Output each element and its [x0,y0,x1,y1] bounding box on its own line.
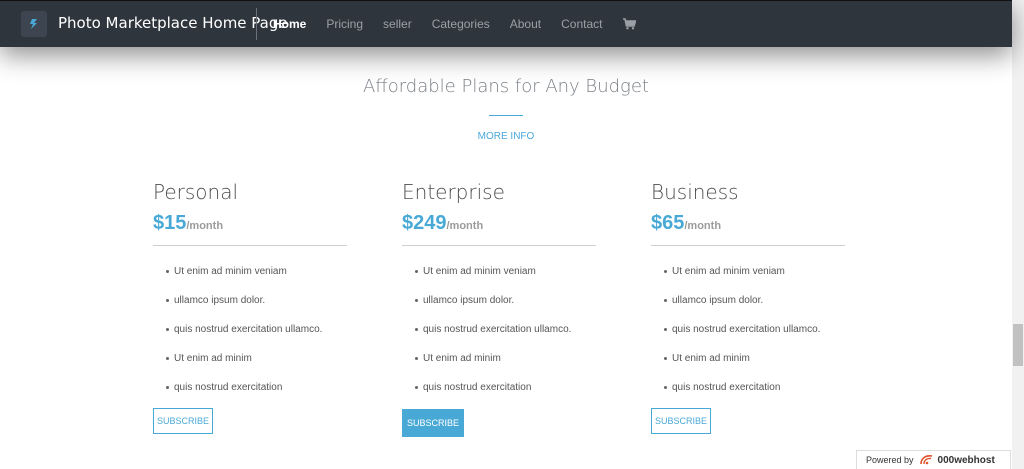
price-period: /month [186,220,224,232]
feature-item: Ut enim ad minim [402,353,596,382]
price-period: /month [684,220,722,232]
top-navbar: Photo Marketplace Home Page Home Pricing… [0,0,1012,47]
nav-links: Home Pricing seller Categories About Con… [273,1,637,47]
scrollbar-thumb[interactable] [1013,324,1023,366]
shopping-cart-icon[interactable] [623,18,637,30]
plan-divider [402,245,596,246]
nav-categories[interactable]: Categories [432,17,490,31]
nav-pricing[interactable]: Pricing [326,17,363,31]
feature-item: Ut enim ad minim veniam [153,266,347,295]
feature-item: Ut enim ad minim veniam [402,266,596,295]
feature-item: ullamco ipsum dolor. [402,295,596,324]
feature-item: Ut enim ad minim veniam [651,266,845,295]
price-period: /month [446,220,484,232]
plan-divider [153,245,347,246]
feature-item: quis nostrud exercitation ullamco. [651,324,845,353]
lightning-logo-icon [30,19,37,29]
nav-contact[interactable]: Contact [561,17,602,31]
feature-list: Ut enim ad minim veniam ullamco ipsum do… [402,266,596,411]
plan-name: Business [651,180,739,204]
price-amount: $65 [651,212,685,234]
feature-item: quis nostrud exercitation ullamco. [153,324,347,353]
section-title: Affordable Plans for Any Budget [362,76,649,97]
plan-name: Enterprise [402,180,505,204]
page-scrollbar[interactable] [1012,0,1024,469]
feature-item: ullamco ipsum dolor. [651,295,845,324]
feature-item: quis nostrud exercitation [651,382,845,411]
feature-item: quis nostrud exercitation [402,382,596,411]
feature-list: Ut enim ad minim veniam ullamco ipsum do… [153,266,347,411]
feature-item: quis nostrud exercitation [153,382,347,411]
plan-price: $249/month [402,212,596,235]
powered-by-label: Powered by [866,455,914,465]
subscribe-button-personal[interactable]: SUBSCRIBE [153,408,213,434]
title-underline [489,115,523,116]
nav-about[interactable]: About [510,17,541,31]
powered-by-badge[interactable]: Powered by 000webhost [856,450,1011,469]
subscribe-button-business[interactable]: SUBSCRIBE [651,408,711,434]
feature-item: quis nostrud exercitation ullamco. [402,324,596,353]
webhost-logo-icon [919,455,932,465]
feature-item: Ut enim ad minim [651,353,845,382]
brand-title[interactable]: Photo Marketplace Home Page [58,14,288,32]
logo[interactable] [21,11,47,37]
more-info-link[interactable]: MORE INFO [0,131,1012,142]
feature-list: Ut enim ad minim veniam ullamco ipsum do… [651,266,845,411]
nav-seller[interactable]: seller [383,17,412,31]
feature-item: Ut enim ad minim [153,353,347,382]
plan-price: $65/month [651,212,845,235]
subscribe-button-enterprise[interactable]: SUBSCRIBE [402,409,464,437]
price-amount: $15 [153,212,187,234]
feature-item: ullamco ipsum dolor. [153,295,347,324]
nav-divider [256,8,257,40]
nav-home[interactable]: Home [273,17,306,31]
plan-divider [651,245,845,246]
price-amount: $249 [402,212,447,234]
host-name: 000webhost [937,454,995,466]
plan-card-enterprise: Enterprise $249/month Ut enim ad minim v… [402,180,596,437]
plan-card-personal: Personal $15/month Ut enim ad minim veni… [153,180,347,434]
plan-card-business: Business $65/month Ut enim ad minim veni… [651,180,845,434]
plan-price: $15/month [153,212,347,235]
plan-name: Personal [153,180,239,204]
